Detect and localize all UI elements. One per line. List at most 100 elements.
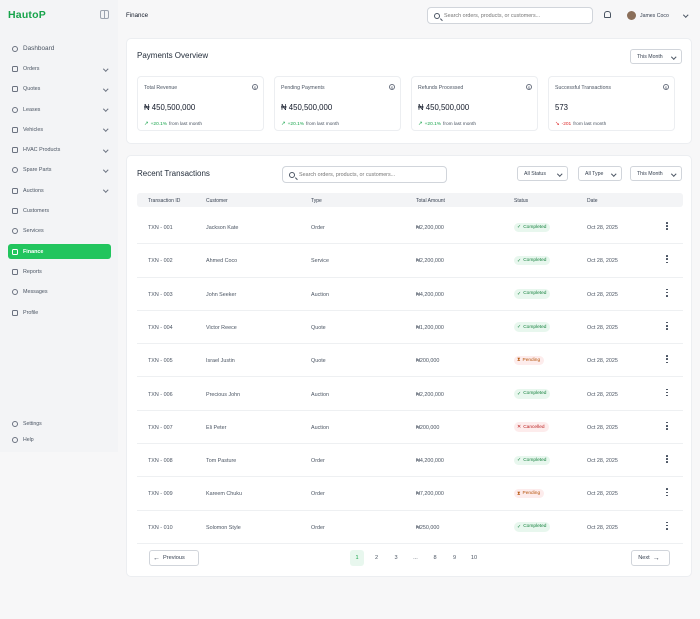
page-1[interactable]: 1 xyxy=(350,550,364,566)
sidebar-item-quotes[interactable]: Quotes xyxy=(8,82,111,97)
trend-down-icon: ↘ xyxy=(555,121,560,127)
chevron-down-icon xyxy=(670,53,676,59)
info-icon[interactable]: $ xyxy=(663,84,669,90)
page-10[interactable]: 10 xyxy=(467,550,481,566)
info-icon[interactable]: $ xyxy=(252,84,258,90)
cell-customer: Solomon Style xyxy=(206,524,241,531)
more-options-icon[interactable] xyxy=(666,288,668,299)
cell-id: TXN - 008 xyxy=(148,458,173,465)
arrow-right-icon: → xyxy=(652,554,660,562)
status-badge: ✓ Completed xyxy=(514,289,551,299)
next-button[interactable]: Next → xyxy=(631,550,670,566)
payments-overview-card: Payments Overview This Month Total Reven… xyxy=(126,38,692,144)
avatar[interactable] xyxy=(627,11,636,20)
cell-type: Auction xyxy=(311,424,329,431)
more-options-icon[interactable] xyxy=(666,388,668,399)
gear-icon xyxy=(12,167,18,174)
stat-change-suffix: from last month xyxy=(169,121,203,127)
more-options-icon[interactable] xyxy=(666,255,668,265)
table-row[interactable]: TXN - 002 Ahmed Coco Service ₦2,200,000 ✓ Com… xyxy=(137,244,683,278)
chevron-down-icon xyxy=(670,170,676,176)
info-icon[interactable]: $ xyxy=(389,84,395,90)
sidebar-item-services[interactable]: Services xyxy=(8,224,111,239)
sidebar-item-reports[interactable]: Reports xyxy=(8,264,111,279)
page-ellipsis: ... xyxy=(413,555,418,561)
more-options-icon[interactable] xyxy=(666,421,668,432)
next-label: Next xyxy=(638,555,650,561)
transactions-search-input[interactable] xyxy=(299,170,439,180)
transactions-search[interactable] xyxy=(282,166,447,183)
wrench-icon xyxy=(12,228,18,235)
page-8[interactable]: 8 xyxy=(428,550,442,566)
sidebar-collapse-icon[interactable] xyxy=(100,10,109,19)
table-row[interactable]: TXN - 005 Israel Justin Quote ₦200,000 ⧗ Pend… xyxy=(137,344,683,378)
previous-button[interactable]: ← Previous xyxy=(149,550,199,566)
sidebar-item-finance[interactable]: Finance xyxy=(8,244,111,260)
sidebar-item-customers[interactable]: Customers xyxy=(8,204,111,219)
sidebar-item-messages[interactable]: Messages xyxy=(8,285,111,300)
more-options-icon[interactable] xyxy=(666,488,668,498)
status-label: Pending xyxy=(522,491,541,497)
more-options-icon[interactable] xyxy=(666,455,668,465)
table-row[interactable]: TXN - 006 Precious John Auction ₦2,200,000 ✓… xyxy=(137,378,683,411)
cell-amount: ₦1,200,000 xyxy=(416,324,444,331)
sidebar-item-help[interactable]: Help xyxy=(8,434,111,445)
page-title: Finance xyxy=(126,12,149,19)
stat-change: ↗ +20.1% from last month xyxy=(281,121,339,127)
cell-date: Oct 28, 2025 xyxy=(587,391,618,398)
table-row[interactable]: TXN - 007 Eli Peter Auction ₦200,000 ✕ Cancel… xyxy=(137,411,683,445)
sidebar-item-auctions[interactable]: Auctions xyxy=(8,183,111,198)
sidebar-item-label: Help xyxy=(23,436,34,443)
sidebar-item-label: Settings xyxy=(23,420,42,427)
more-options-icon[interactable] xyxy=(666,355,668,365)
sidebar-item-orders[interactable]: Orders xyxy=(8,62,111,77)
table-row[interactable]: TXN - 009 Kareem Chuku Order ₦7,200,000 ⧗ Pen… xyxy=(137,477,683,511)
page-9[interactable]: 9 xyxy=(448,550,462,566)
cell-customer: Kareem Chuku xyxy=(206,491,242,498)
x-icon: ✕ xyxy=(517,424,522,431)
info-icon[interactable]: $ xyxy=(526,84,532,90)
table-row[interactable]: TXN - 003 John Seeker Auction ₦4,200,000 ✓ Co… xyxy=(137,278,683,311)
column-header: Date xyxy=(587,197,598,204)
sidebar-item-spare-parts[interactable]: Spare Parts xyxy=(8,163,111,178)
stat-value: ₦ 450,500,000 xyxy=(418,103,470,112)
sidebar-item-leases[interactable]: Leases xyxy=(8,102,111,117)
sidebar-item-dashboard[interactable]: Dashboard xyxy=(8,41,111,56)
stat-change-value: -201 xyxy=(561,121,572,127)
chevron-down-icon[interactable] xyxy=(683,12,689,18)
app-logo[interactable]: HautoP xyxy=(8,9,46,21)
sidebar-item-hvac-products[interactable]: HVAC Products xyxy=(8,143,111,158)
table-row[interactable]: TXN - 001 Jackson Kate Order ₦2,200,000 ✓ Com… xyxy=(137,211,683,245)
check-icon: ✓ xyxy=(517,257,522,264)
stat-card: Pending Payments $ ₦ 450,500,000 ↗ +20.1% fro… xyxy=(274,76,401,131)
payments-overview-title: Payments Overview xyxy=(137,51,209,60)
type-filter-dropdown[interactable]: All Type xyxy=(578,166,622,181)
sidebar-item-label: Services xyxy=(23,228,44,235)
hourglass-icon: ⧗ xyxy=(517,490,521,497)
cell-type: Order xyxy=(311,225,325,231)
period-filter-dropdown[interactable]: This Month xyxy=(630,166,682,181)
overview-period-dropdown[interactable]: This Month xyxy=(630,49,682,64)
global-search-input[interactable] xyxy=(444,11,584,21)
table-row[interactable]: TXN - 008 Tom Pasture Order ₦4,200,000 ✓ Comp… xyxy=(137,444,683,478)
status-filter-dropdown[interactable]: All Status xyxy=(517,166,568,181)
stat-label: Successful Transactions xyxy=(555,85,611,91)
table-row[interactable]: TXN - 010 Solomon Style Order ₦250,000 ✓ Comp… xyxy=(137,511,683,544)
more-options-icon[interactable] xyxy=(666,222,668,232)
column-header: Total Amount xyxy=(416,197,445,204)
sidebar-item-vehicles[interactable]: Vehicles xyxy=(8,122,111,137)
user-name[interactable]: James Coco xyxy=(640,13,669,19)
more-options-icon[interactable] xyxy=(666,521,668,532)
page-3[interactable]: 3 xyxy=(389,550,403,566)
notification-bell-icon[interactable] xyxy=(604,11,611,18)
table-row[interactable]: TXN - 004 Victor Reece Quote ₦1,200,000 ✓ Com… xyxy=(137,311,683,345)
car-icon xyxy=(12,126,18,133)
global-search[interactable] xyxy=(427,7,593,24)
sidebar-item-settings[interactable]: Settings xyxy=(8,418,111,429)
sidebar-item-profile[interactable]: Profile xyxy=(8,305,111,320)
status-badge: ⧗ Pending xyxy=(514,355,545,366)
more-options-icon[interactable] xyxy=(666,321,668,332)
page-2[interactable]: 2 xyxy=(370,550,384,566)
sidebar-item-label: Profile xyxy=(23,309,39,316)
cell-date: Oct 28, 2025 xyxy=(587,225,618,231)
